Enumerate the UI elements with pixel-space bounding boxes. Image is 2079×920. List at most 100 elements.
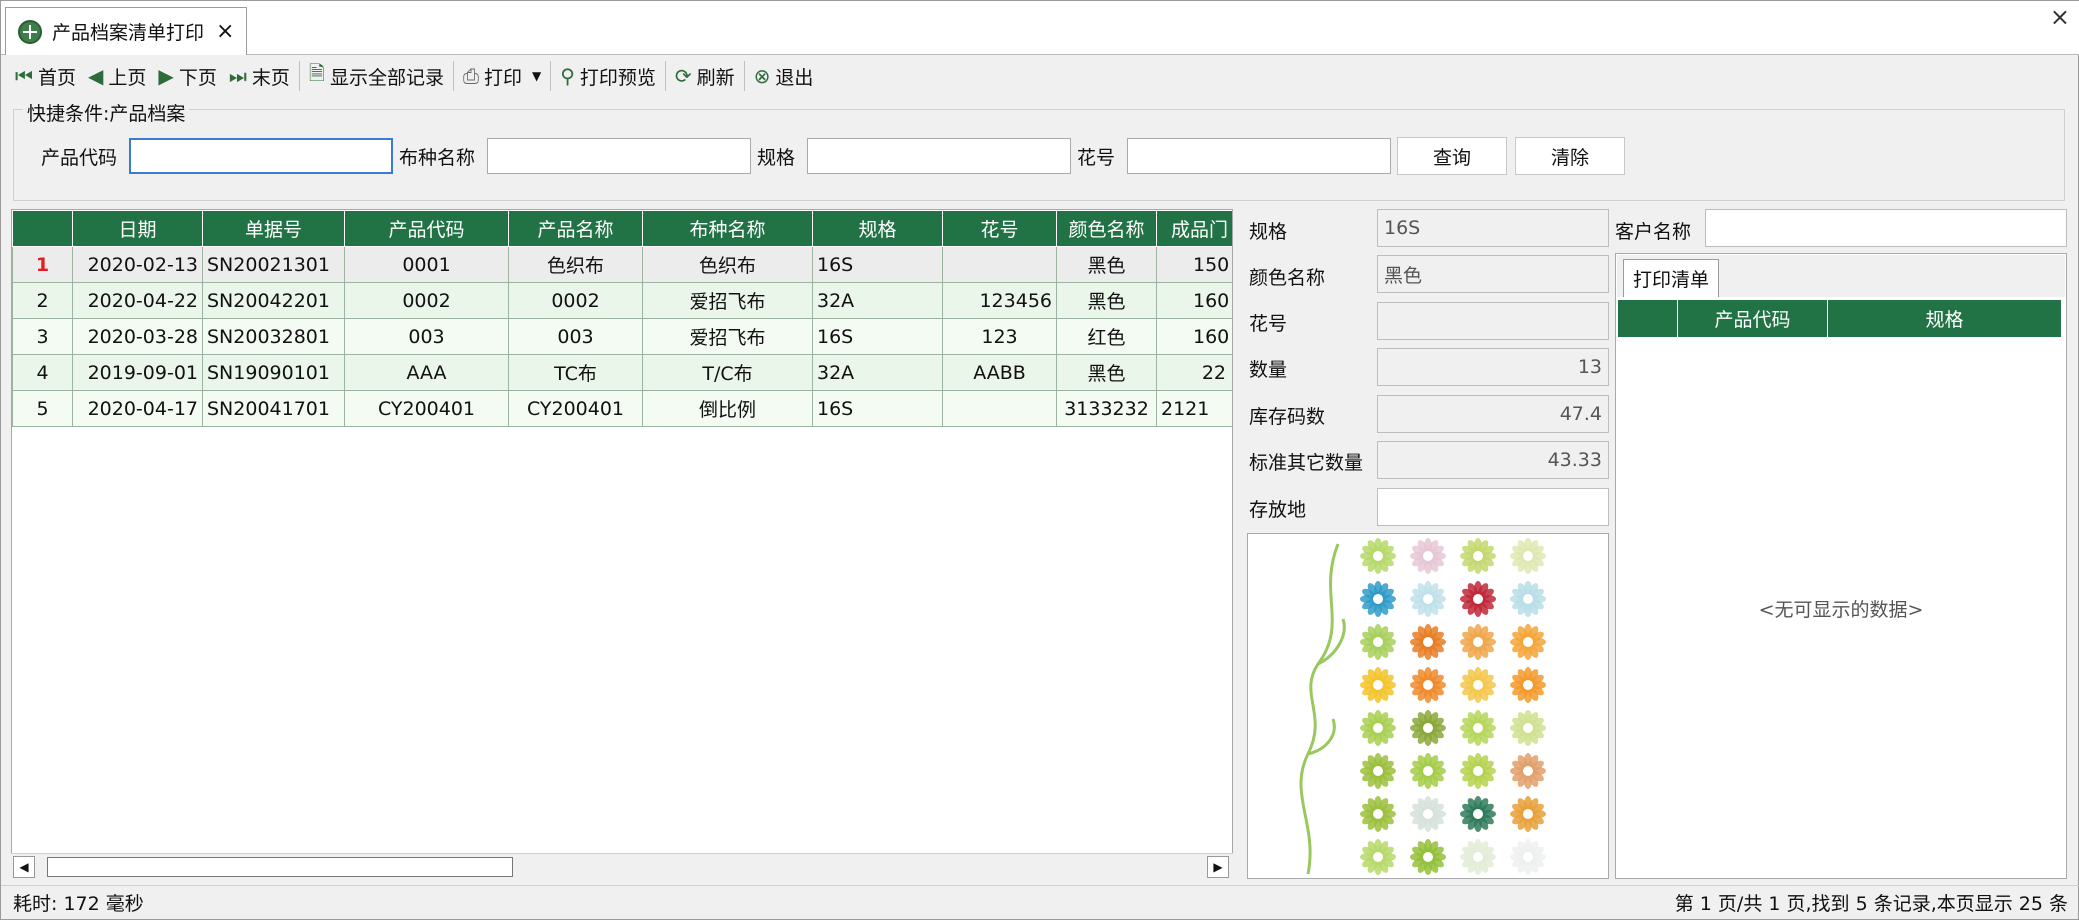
- cell-code[interactable]: 0001: [344, 246, 509, 283]
- cell-width[interactable]: 160: [1156, 318, 1232, 355]
- cell-doc[interactable]: SN19090101: [202, 354, 345, 391]
- query-button[interactable]: 查询: [1397, 137, 1507, 175]
- column-header[interactable]: 布种名称: [642, 210, 813, 247]
- column-header[interactable]: 规格: [812, 210, 943, 247]
- next-page-button[interactable]: ▶ 下页: [152, 58, 222, 94]
- cell-code[interactable]: AAA: [344, 354, 509, 391]
- spec-filter-input[interactable]: [807, 138, 1071, 174]
- cell-spec[interactable]: 32A: [812, 354, 943, 391]
- column-header[interactable]: 产品名称: [508, 210, 643, 247]
- cell-color[interactable]: 红色: [1056, 318, 1157, 355]
- cell-fabric[interactable]: 爱招飞布: [642, 318, 813, 355]
- empty-message: <无可显示的数据>: [1758, 599, 1924, 621]
- cell-date[interactable]: 2020-04-22: [72, 282, 203, 319]
- cell-pattern[interactable]: 123456: [942, 282, 1057, 319]
- cell-width[interactable]: 160: [1156, 282, 1232, 319]
- table-row[interactable]: 5 2020-04-17 SN20041701 CY200401 CY20040…: [12, 390, 1232, 427]
- cell-pattern[interactable]: [942, 246, 1057, 283]
- cell-date[interactable]: 2019-09-01: [72, 354, 203, 391]
- scroll-right-icon[interactable]: ▶: [1207, 856, 1229, 878]
- scrollbar-thumb[interactable]: [47, 857, 513, 877]
- column-header[interactable]: 颜色名称: [1056, 210, 1157, 247]
- prev-page-button[interactable]: ◀ 上页: [82, 58, 152, 94]
- cell-date[interactable]: 2020-04-17: [72, 390, 203, 427]
- cell-fabric[interactable]: 色织布: [642, 246, 813, 283]
- cell-pattern[interactable]: AABB: [942, 354, 1057, 391]
- detail-qty-field[interactable]: 13: [1377, 348, 1609, 386]
- show-all-button[interactable]: 🗎 显示全部记录: [303, 58, 450, 94]
- horizontal-scrollbar[interactable]: ◀ ▶: [11, 853, 1233, 879]
- tab-print-list[interactable]: 打印清单: [1623, 259, 1719, 297]
- cell-code[interactable]: 003: [344, 318, 509, 355]
- cell-name[interactable]: 003: [508, 318, 643, 355]
- refresh-button[interactable]: ⟳ 刷新: [669, 58, 741, 94]
- column-header[interactable]: 花号: [942, 210, 1057, 247]
- detail-location-field[interactable]: [1377, 488, 1609, 526]
- dropdown-arrow-icon[interactable]: ▼: [532, 69, 541, 83]
- cell-name[interactable]: 色织布: [508, 246, 643, 283]
- detail-pattern-field[interactable]: [1377, 302, 1609, 340]
- print-preview-button[interactable]: ⚲ 打印预览: [554, 58, 662, 94]
- cell-date[interactable]: 2020-03-28: [72, 318, 203, 355]
- product-code-input[interactable]: [129, 138, 393, 174]
- cell-name[interactable]: 0002: [508, 282, 643, 319]
- fabric-name-input[interactable]: [487, 138, 751, 174]
- cell-fabric[interactable]: 爱招飞布: [642, 282, 813, 319]
- cell-color[interactable]: 3133232: [1056, 390, 1157, 427]
- cell-spec[interactable]: 16S: [812, 390, 943, 427]
- detail-std-field[interactable]: 43.33: [1377, 441, 1609, 479]
- cell-fabric[interactable]: T/C布: [642, 354, 813, 391]
- pattern-filter-input[interactable]: [1127, 138, 1391, 174]
- detail-pattern-label: 花号: [1249, 313, 1288, 335]
- table-row[interactable]: 2 2020-04-22 SN20042201 0002 0002 爱招飞布 3…: [12, 282, 1232, 319]
- cell-spec[interactable]: 16S: [812, 318, 943, 355]
- cell-doc[interactable]: SN20021301: [202, 246, 345, 283]
- cell-color[interactable]: 黑色: [1056, 246, 1157, 283]
- cell-width[interactable]: 22: [1156, 354, 1232, 391]
- detail-spec-label: 规格: [1249, 221, 1288, 243]
- cell-name[interactable]: CY200401: [508, 390, 643, 427]
- first-page-button[interactable]: ⏮ 首页: [9, 58, 82, 94]
- document-tab[interactable]: 产品档案清单打印 ×: [5, 7, 247, 55]
- clear-button[interactable]: 清除: [1515, 137, 1625, 175]
- cell-color[interactable]: 黑色: [1056, 354, 1157, 391]
- column-header[interactable]: 规格: [1827, 299, 2062, 338]
- tab-close-icon[interactable]: ×: [216, 19, 234, 44]
- exit-label: 退出: [775, 66, 814, 89]
- cell-name[interactable]: TC布: [508, 354, 643, 391]
- cell-spec[interactable]: 32A: [812, 282, 943, 319]
- column-header[interactable]: 成品门: [1156, 210, 1232, 247]
- scroll-left-icon[interactable]: ◀: [13, 856, 35, 878]
- cell-fabric[interactable]: 倒比例: [642, 390, 813, 427]
- print-button[interactable]: ⎙ 打印 ▼: [457, 58, 547, 94]
- column-header[interactable]: 日期: [72, 210, 203, 247]
- cell-doc[interactable]: SN20032801: [202, 318, 345, 355]
- cell-code[interactable]: 0002: [344, 282, 509, 319]
- row-number: 4: [12, 354, 73, 391]
- cell-pattern[interactable]: 123: [942, 318, 1057, 355]
- window-close-icon[interactable]: ×: [2050, 3, 2070, 31]
- last-page-button[interactable]: ⏭ 末页: [223, 58, 296, 94]
- table-row[interactable]: 4 2019-09-01 SN19090101 AAA TC布 T/C布 32A…: [12, 354, 1232, 391]
- cell-color[interactable]: 黑色: [1056, 282, 1157, 319]
- table-row[interactable]: 1 2020-02-13 SN20021301 0001 色织布 色织布 16S…: [12, 246, 1232, 283]
- cell-doc[interactable]: SN20042201: [202, 282, 345, 319]
- cell-doc[interactable]: SN20041701: [202, 390, 345, 427]
- table-row[interactable]: 3 2020-03-28 SN20032801 003 003 爱招飞布 16S…: [12, 318, 1232, 355]
- cell-width[interactable]: 150: [1156, 246, 1232, 283]
- cell-spec[interactable]: 16S: [812, 246, 943, 283]
- cell-width[interactable]: 2121: [1156, 390, 1232, 427]
- cell-pattern[interactable]: [942, 390, 1057, 427]
- detail-stock-field[interactable]: 47.4: [1377, 395, 1609, 433]
- document-search-icon: 🗎: [308, 61, 325, 85]
- exit-button[interactable]: ⊗ 退出: [748, 58, 820, 94]
- column-header[interactable]: 单据号: [202, 210, 345, 247]
- cell-date[interactable]: 2020-02-13: [72, 246, 203, 283]
- column-header[interactable]: 产品代码: [344, 210, 509, 247]
- customer-field[interactable]: [1705, 209, 2067, 247]
- detail-spec-field[interactable]: 16S: [1377, 209, 1609, 247]
- flower-center: [1371, 592, 1385, 606]
- cell-code[interactable]: CY200401: [344, 390, 509, 427]
- detail-color-field[interactable]: 黑色: [1377, 255, 1609, 293]
- column-header[interactable]: 产品代码: [1677, 299, 1828, 338]
